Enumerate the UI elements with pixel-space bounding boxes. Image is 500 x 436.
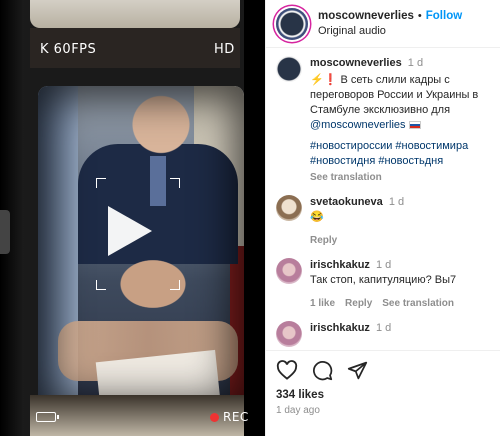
comment-likes[interactable]: 1 like: [310, 296, 335, 311]
caption-body: ⚡❗ В сеть слили кадры с переговоров Росс…: [310, 74, 479, 116]
comment-avatar[interactable]: [276, 195, 302, 221]
post-header: moscowneverlies • Follow Original audio: [266, 0, 500, 48]
film-top-edge: [30, 0, 240, 28]
comment-username[interactable]: svetaokuneva: [310, 196, 383, 208]
see-translation-button[interactable]: See translation: [382, 296, 454, 311]
focus-corner-bottom-right: [170, 280, 180, 290]
focus-corner-bottom-left: [96, 280, 106, 290]
russia-flag-icon: [408, 121, 421, 130]
caption-mention[interactable]: @moscowneverlies: [310, 119, 406, 131]
caption-time[interactable]: 1 d: [408, 57, 423, 69]
focus-corner-top-left: [96, 178, 106, 188]
media-side-tab: [0, 210, 10, 254]
caption-username[interactable]: moscowneverlies: [310, 57, 402, 69]
author-username[interactable]: moscowneverlies: [318, 9, 414, 24]
hud-hd-label: HD: [214, 42, 235, 57]
comment-avatar[interactable]: [276, 321, 302, 347]
battery-icon: [36, 412, 59, 422]
comment-time[interactable]: 1 d: [389, 196, 404, 208]
comment-username[interactable]: irischkakuz: [310, 322, 370, 334]
caption-avatar[interactable]: [276, 56, 302, 82]
comment-avatar[interactable]: [276, 258, 302, 284]
hud-rec-label: REC: [223, 410, 249, 424]
hud-fps-label: K 60FPS: [40, 42, 97, 57]
author-avatar[interactable]: [276, 7, 308, 40]
focus-corner-top-right: [170, 178, 180, 188]
rec-dot-icon: [210, 412, 219, 422]
caption-see-translation[interactable]: See translation: [310, 170, 492, 185]
comment-item: irischkakuz 1 d: [276, 321, 492, 347]
heart-icon[interactable]: [276, 360, 298, 380]
post-actions: 334 likes 1 day ago: [266, 350, 500, 436]
post-side-panel: moscowneverlies • Follow Original audio …: [265, 0, 500, 436]
post-media[interactable]: K 60FPS HD REC: [0, 0, 265, 436]
comment-time[interactable]: 1 d: [376, 259, 391, 271]
reply-button[interactable]: Reply: [310, 233, 337, 248]
share-icon[interactable]: [347, 360, 368, 381]
caption-text: ⚡❗ В сеть слили кадры с переговоров Росс…: [310, 73, 492, 133]
comment-icon[interactable]: [312, 360, 333, 381]
comment-item: irischkakuz 1 d Так стоп, капитуляцию? В…: [276, 258, 492, 311]
reply-button[interactable]: Reply: [345, 296, 372, 311]
caption-entry: moscowneverlies 1 d ⚡❗ В сеть слили кадр…: [276, 56, 492, 185]
follow-button[interactable]: Follow: [426, 9, 462, 24]
play-icon[interactable]: [108, 206, 152, 256]
comment-username[interactable]: irischkakuz: [310, 259, 370, 271]
comments-list: moscowneverlies 1 d ⚡❗ В сеть слили кадр…: [266, 48, 500, 347]
caption-hashtags[interactable]: #новостироссии #новостимира #новостидня …: [310, 139, 492, 169]
comment-time[interactable]: 1 d: [376, 322, 391, 334]
hud-rec-indicator: REC: [210, 410, 249, 424]
audio-link[interactable]: Original audio: [318, 24, 462, 39]
separator-dot: •: [417, 9, 422, 22]
likes-count[interactable]: 334 likes: [276, 389, 491, 401]
comment-text: Так стоп, капитуляцию? Вы7: [310, 274, 457, 286]
comment-text: 😂: [310, 211, 324, 223]
post-timestamp[interactable]: 1 day ago: [276, 405, 491, 416]
comment-item: svetaokuneva 1 d 😂 Reply: [276, 195, 492, 248]
